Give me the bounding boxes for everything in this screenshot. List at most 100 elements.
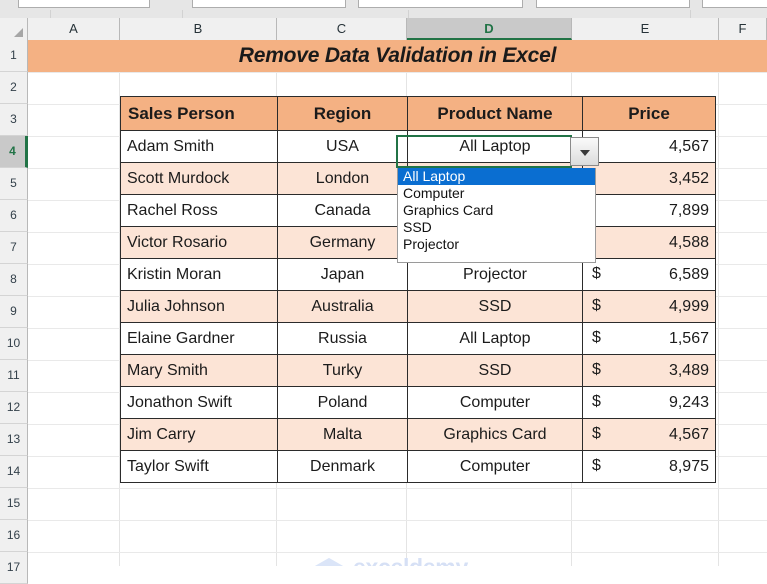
row-header-8[interactable]: 8 (0, 264, 28, 296)
ribbon-divider (50, 10, 51, 18)
row-header-5[interactable]: 5 (0, 168, 28, 200)
cell-product-name[interactable]: SSD (407, 290, 583, 323)
cell-sales-person[interactable]: Jonathon Swift (120, 386, 278, 419)
active-cell-d4[interactable] (396, 135, 572, 168)
dropdown-option[interactable]: All Laptop (398, 168, 595, 185)
price-value: 3,452 (668, 169, 709, 187)
price-value: 1,567 (668, 329, 709, 347)
table-header-row: Sales Person Region Product Name Price (120, 96, 716, 131)
column-header-e[interactable]: E (572, 18, 719, 40)
cell-region[interactable]: USA (277, 130, 408, 163)
column-header-d[interactable]: D (407, 18, 572, 40)
cell-price[interactable]: 4,588 (582, 226, 716, 259)
cell-region[interactable]: Canada (277, 194, 408, 227)
ribbon-control-3[interactable] (358, 0, 523, 8)
cell-sales-person[interactable]: Kristin Moran (120, 258, 278, 291)
ribbon-control-2[interactable] (192, 0, 346, 8)
cell-product-name[interactable]: SSD (407, 354, 583, 387)
cell-sales-person[interactable]: Julia Johnson (120, 290, 278, 323)
validation-dropdown-button[interactable] (570, 137, 599, 166)
dropdown-option[interactable]: Graphics Card (398, 202, 595, 219)
row-header-17[interactable]: 17 (0, 552, 28, 584)
cell-sales-person[interactable]: Scott Murdock (120, 162, 278, 195)
dropdown-option[interactable]: SSD (398, 219, 595, 236)
cell-region[interactable]: Russia (277, 322, 408, 355)
row-header-10[interactable]: 10 (0, 328, 28, 360)
row-header-12[interactable]: 12 (0, 392, 28, 424)
cell-price[interactable]: $4,567 (582, 418, 716, 451)
excel-worksheet: A B C D E F 1 2 3 4 5 6 7 8 9 10 11 12 13 14 15 16 17 Re… (0, 0, 767, 584)
column-header-c[interactable]: C (277, 18, 407, 40)
cell-region[interactable]: Malta (277, 418, 408, 451)
cell-price[interactable]: $1,567 (582, 322, 716, 355)
cell-region[interactable]: London (277, 162, 408, 195)
cell-product-name[interactable]: Graphics Card (407, 418, 583, 451)
cell-price[interactable]: 3,452 (582, 162, 716, 195)
ribbon-strip (0, 0, 767, 18)
cell-region[interactable]: Germany (277, 226, 408, 259)
row-header-9[interactable]: 9 (0, 296, 28, 328)
select-all-corner[interactable] (0, 18, 28, 40)
price-value: 7,899 (668, 201, 709, 219)
cell-sales-person[interactable]: Victor Rosario (120, 226, 278, 259)
cell-sales-person[interactable]: Mary Smith (120, 354, 278, 387)
cell-price[interactable]: $3,489 (582, 354, 716, 387)
cell-product-name[interactable]: Computer (407, 450, 583, 483)
cell-sales-person[interactable]: Jim Carry (120, 418, 278, 451)
cell-product-name[interactable]: All Laptop (407, 322, 583, 355)
column-header-a[interactable]: A (28, 18, 120, 40)
currency-symbol: $ (592, 425, 601, 442)
column-header-f[interactable]: F (719, 18, 767, 40)
row-header-14[interactable]: 14 (0, 456, 28, 488)
cell-price[interactable]: $4,999 (582, 290, 716, 323)
column-header-b[interactable]: B (120, 18, 277, 40)
row-header-6[interactable]: 6 (0, 200, 28, 232)
cell-price[interactable]: $8,975 (582, 450, 716, 483)
cell-product-name[interactable]: Computer (407, 386, 583, 419)
cell-product-name[interactable]: Projector (407, 258, 583, 291)
column-header-bar: A B C D E F (0, 18, 767, 41)
price-value: 4,567 (668, 425, 709, 443)
cell-sales-person[interactable]: Rachel Ross (120, 194, 278, 227)
row-header-16[interactable]: 16 (0, 520, 28, 552)
row-header-2[interactable]: 2 (0, 72, 28, 104)
cell-price[interactable]: $9,243 (582, 386, 716, 419)
ribbon-control-1[interactable] (18, 0, 150, 8)
table-row: Julia Johnson Australia SSD $4,999 (120, 290, 716, 323)
row-header-15[interactable]: 15 (0, 488, 28, 520)
cell-region[interactable]: Denmark (277, 450, 408, 483)
row-header-7[interactable]: 7 (0, 232, 28, 264)
row-header-3[interactable]: 3 (0, 104, 28, 136)
dropdown-option[interactable]: Computer (398, 185, 595, 202)
row-header-4[interactable]: 4 (0, 136, 28, 168)
currency-symbol: $ (592, 265, 601, 282)
row-header-13[interactable]: 13 (0, 424, 28, 456)
column-title-3: Price (582, 96, 716, 131)
column-title-1: Region (277, 96, 408, 131)
row-header-1[interactable]: 1 (0, 40, 28, 72)
currency-symbol: $ (592, 457, 601, 474)
dropdown-option[interactable]: Projector (398, 236, 595, 253)
validation-dropdown-list[interactable]: All Laptop Computer Graphics Card SSD Projec… (397, 168, 596, 263)
cell-price[interactable]: 4,567 (582, 130, 716, 163)
price-value: 4,588 (668, 233, 709, 251)
cell-sales-person[interactable]: Elaine Gardner (120, 322, 278, 355)
row-header-11[interactable]: 11 (0, 360, 28, 392)
ribbon-control-4[interactable] (536, 0, 690, 8)
cell-sales-person[interactable]: Taylor Swift (120, 450, 278, 483)
cell-region[interactable]: Turky (277, 354, 408, 387)
column-title-0: Sales Person (120, 96, 278, 131)
cell-region[interactable]: Japan (277, 258, 408, 291)
cell-price[interactable]: $6,589 (582, 258, 716, 291)
currency-symbol: $ (592, 393, 601, 410)
table-row: Taylor Swift Denmark Computer $8,975 (120, 450, 716, 483)
currency-symbol: $ (592, 297, 601, 314)
cell-region[interactable]: Australia (277, 290, 408, 323)
ribbon-control-5[interactable] (702, 0, 767, 8)
cell-sales-person[interactable]: Adam Smith (120, 130, 278, 163)
cell-price[interactable]: 7,899 (582, 194, 716, 227)
cell-region[interactable]: Poland (277, 386, 408, 419)
price-value: 4,999 (668, 297, 709, 315)
ribbon-divider (182, 10, 183, 18)
price-value: 8,975 (668, 457, 709, 475)
